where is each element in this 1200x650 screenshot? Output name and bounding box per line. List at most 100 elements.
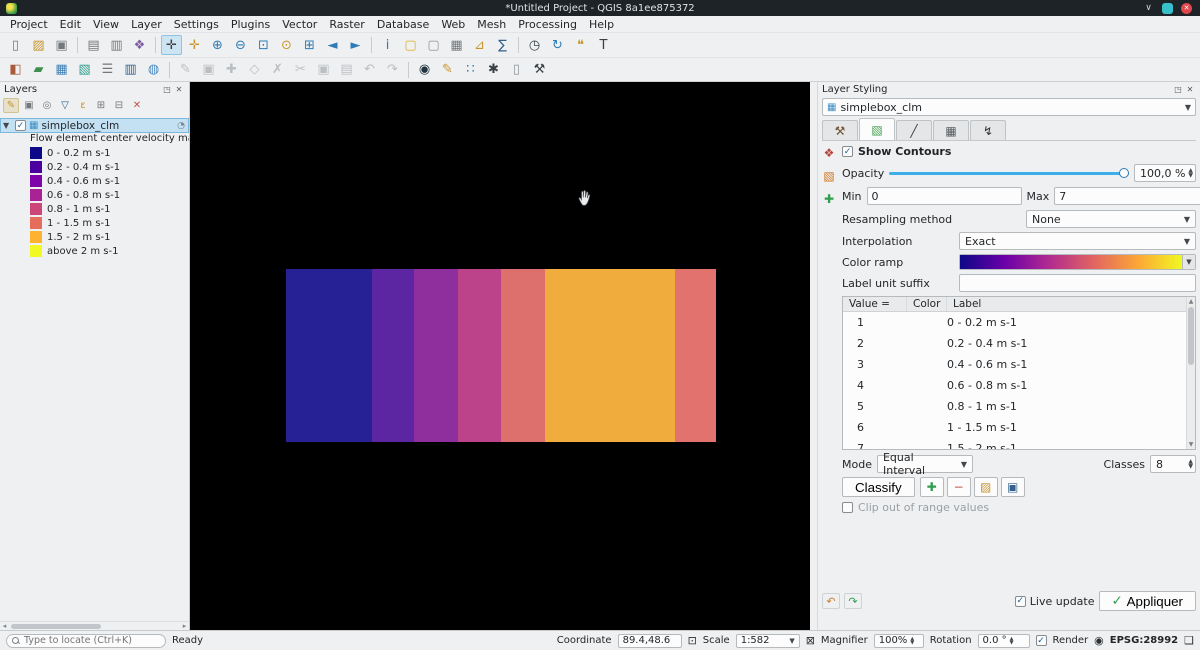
color-ramp-selector[interactable]: ▼ (959, 254, 1196, 270)
table-row[interactable]: 10 - 0.2 m s-1 (843, 312, 1195, 333)
redo-icon[interactable]: ↷ (382, 60, 403, 80)
menu-view[interactable]: View (87, 18, 125, 31)
map-tips-icon[interactable]: ❝ (570, 35, 591, 55)
menu-database[interactable]: Database (371, 18, 436, 31)
add-feature-icon[interactable]: ✚ (221, 60, 242, 80)
redo-style-button[interactable]: ↷ (844, 593, 862, 609)
window-close-button[interactable]: ✕ (1181, 3, 1192, 14)
menu-layer[interactable]: Layer (125, 18, 168, 31)
apply-button[interactable]: ✓ Appliquer (1099, 591, 1197, 611)
pan-map-icon[interactable]: ✛ (161, 35, 182, 55)
save-color-map-button[interactable]: ▣ (1001, 477, 1025, 497)
toolbox-icon[interactable]: ⚒ (529, 60, 550, 80)
osgeo-globe-icon[interactable]: ◉ (414, 60, 435, 80)
add-class-button[interactable]: ✚ (920, 477, 944, 497)
select-features-icon[interactable]: ▢ (400, 35, 421, 55)
table-scrollbar[interactable]: ▲ ▼ (1186, 297, 1195, 449)
opacity-slider[interactable] (889, 166, 1129, 180)
add-vector-layer-icon[interactable]: ▰ (28, 60, 49, 80)
table-row[interactable]: 61 - 1.5 m s-1 (843, 417, 1195, 438)
zoom-last-icon[interactable]: ◄ (322, 35, 343, 55)
table-row[interactable]: 30.4 - 0.6 m s-1 (843, 354, 1195, 375)
scroll-right-icon[interactable]: ▸ (180, 622, 189, 630)
measure-icon[interactable]: ⊿ (469, 35, 490, 55)
pan-to-selection-icon[interactable]: ✛ (184, 35, 205, 55)
panel-splitter[interactable] (810, 82, 818, 630)
show-contours-checkbox[interactable] (842, 146, 853, 157)
manage-themes-icon[interactable]: ◎ (39, 98, 55, 113)
float-panel-icon[interactable]: ◳ (161, 85, 173, 94)
crs-globe-icon[interactable]: ◉ (1094, 634, 1104, 647)
add-raster-layer-icon[interactable]: ▦ (51, 60, 72, 80)
lock-scale-icon[interactable]: ⊠ (806, 634, 815, 647)
layer-indicator-icon[interactable]: ◔ (177, 121, 188, 131)
add-wms-layer-icon[interactable]: ◍ (143, 60, 164, 80)
menu-plugins[interactable]: Plugins (225, 18, 276, 31)
symbology-tab-icon[interactable]: ❖ (822, 145, 837, 160)
remove-layer-icon[interactable]: ✕ (129, 98, 145, 113)
max-input[interactable] (1054, 187, 1200, 205)
data-source-manager-icon[interactable]: ◧ (5, 60, 26, 80)
collapse-all-icon[interactable]: ⊟ (111, 98, 127, 113)
zoom-full-icon[interactable]: ⊡ (253, 35, 274, 55)
python-console-icon[interactable]: ∷ (460, 60, 481, 80)
tab-vector-settings[interactable]: ╱ (896, 120, 932, 140)
zoom-to-selection-icon[interactable]: ⊙ (276, 35, 297, 55)
delete-selected-icon[interactable]: ✗ (267, 60, 288, 80)
style-manager-icon[interactable]: ❖ (129, 35, 150, 55)
menu-project[interactable]: Project (4, 18, 54, 31)
toggle-editing-icon[interactable]: ✎ (175, 60, 196, 80)
layer-item-simplebox-clm[interactable]: ▼ ▦ simplebox_clm ◔ (0, 118, 189, 133)
close-panel-icon[interactable]: ✕ (173, 85, 185, 94)
contours-table[interactable]: Value = Color Label 10 - 0.2 m s-120.2 -… (842, 296, 1196, 450)
tab-general-settings[interactable]: ⚒ (822, 120, 858, 140)
slider-handle[interactable] (1119, 168, 1129, 178)
scroll-thumb[interactable] (1188, 307, 1194, 365)
col-value[interactable]: Value = (843, 297, 907, 311)
menu-help[interactable]: Help (583, 18, 620, 31)
scroll-thumb[interactable] (11, 624, 101, 629)
refresh-map-icon[interactable]: ↻ (547, 35, 568, 55)
expand-all-icon[interactable]: ⊞ (93, 98, 109, 113)
log-messages-icon[interactable]: ❑ (1184, 634, 1194, 647)
window-maximize-button[interactable] (1162, 3, 1173, 14)
menu-raster[interactable]: Raster (323, 18, 370, 31)
vertex-tool-icon[interactable]: ◇ (244, 60, 265, 80)
layers-hscrollbar[interactable]: ◂ ▸ (0, 621, 189, 630)
tab-stream-lines[interactable]: ↯ (970, 120, 1006, 140)
table-row[interactable]: 71.5 - 2 m s-1 (843, 438, 1195, 450)
add-postgis-layer-icon[interactable]: ▥ (120, 60, 141, 80)
identify-features-icon[interactable]: i (377, 35, 398, 55)
open-project-icon[interactable]: ▨ (28, 35, 49, 55)
menu-vector[interactable]: Vector (276, 18, 323, 31)
mode-combo[interactable]: Equal Interval ▼ (877, 455, 973, 473)
clip-out-of-range-checkbox[interactable] (842, 502, 853, 513)
float-panel-icon[interactable]: ◳ (1172, 85, 1184, 94)
close-panel-icon[interactable]: ✕ (1184, 85, 1196, 94)
window-minimize-button[interactable]: ∨ (1143, 3, 1154, 14)
col-label[interactable]: Label (947, 297, 1195, 311)
paste-features-icon[interactable]: ▤ (336, 60, 357, 80)
3d-view-tab-icon[interactable]: ▧ (822, 168, 837, 183)
menu-settings[interactable]: Settings (168, 18, 225, 31)
save-project-icon[interactable]: ▣ (51, 35, 72, 55)
zoom-next-icon[interactable]: ► (345, 35, 366, 55)
resampling-combo[interactable]: None ▼ (1026, 210, 1196, 228)
classes-spinbox[interactable]: 8 ▲▼ (1150, 455, 1196, 473)
expand-caret-icon[interactable]: ▼ (3, 121, 12, 130)
add-group-icon[interactable]: ▣ (21, 98, 37, 113)
table-row[interactable]: 20.2 - 0.4 m s-1 (843, 333, 1195, 354)
add-mesh-layer-icon[interactable]: ▧ (74, 60, 95, 80)
load-color-map-button[interactable]: ▨ (974, 477, 998, 497)
add-delimited-text-icon[interactable]: ☰ (97, 60, 118, 80)
locate-search[interactable] (6, 634, 166, 648)
table-row[interactable]: 50.8 - 1 m s-1 (843, 396, 1195, 417)
cut-features-icon[interactable]: ✂ (290, 60, 311, 80)
zoom-out-icon[interactable]: ⊖ (230, 35, 251, 55)
menu-web[interactable]: Web (435, 18, 471, 31)
scroll-left-icon[interactable]: ◂ (0, 622, 9, 630)
col-color[interactable]: Color (907, 297, 947, 311)
chevron-down-icon[interactable]: ▼ (1182, 255, 1195, 269)
render-checkbox[interactable] (1036, 635, 1047, 646)
layer-visibility-checkbox[interactable] (15, 120, 26, 131)
